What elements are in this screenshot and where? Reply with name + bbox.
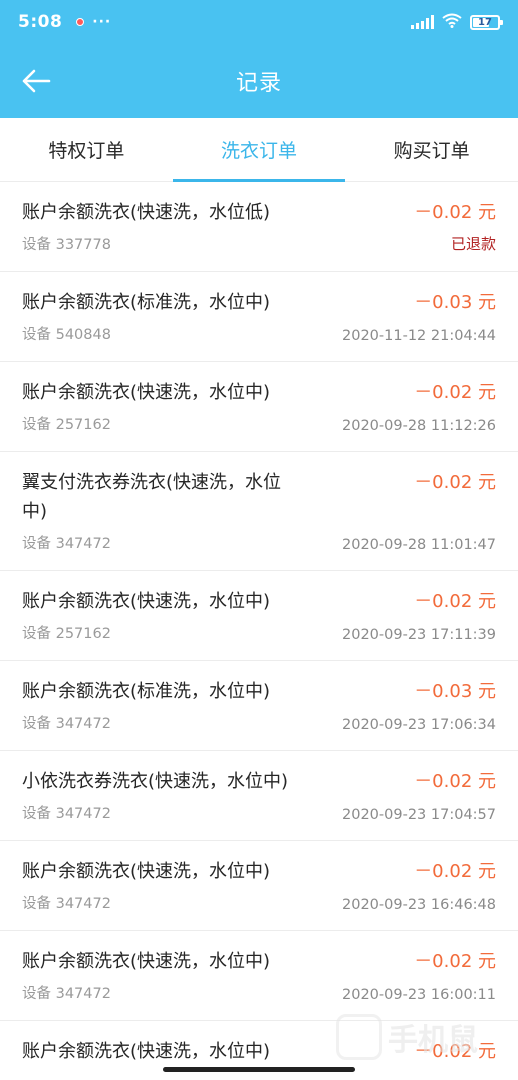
order-timestamp: 2020-09-23 16:00:11 bbox=[342, 987, 496, 1003]
tab-label: 洗衣订单 bbox=[221, 140, 298, 162]
order-device: 设备 347472 bbox=[22, 536, 111, 552]
order-title: 翼支付洗衣券洗衣(快速洗，水位中) bbox=[22, 472, 282, 522]
back-button[interactable] bbox=[18, 64, 54, 98]
order-amount: －0.02 元 bbox=[414, 472, 496, 493]
battery-level: 17 bbox=[478, 16, 492, 28]
watermark-text: 手机鼠 bbox=[388, 1023, 478, 1058]
order-list: 账户余额洗衣(快速洗，水位低) －0.02 元 设备 337778 已退款 账户… bbox=[0, 182, 518, 1080]
order-timestamp: 2020-09-23 17:11:39 bbox=[342, 627, 496, 643]
status-more: ··· bbox=[92, 14, 112, 30]
tab-laundry-orders[interactable]: 洗衣订单 bbox=[172, 118, 346, 182]
order-timestamp: 2020-11-12 21:04:44 bbox=[342, 328, 496, 344]
battery-icon: 17 bbox=[470, 14, 503, 30]
order-device: 设备 257162 bbox=[22, 417, 111, 433]
order-row[interactable]: 账户余额洗衣(快速洗，水位中) －0.02 元 设备 257162 2020-0… bbox=[0, 571, 518, 661]
wifi-icon bbox=[442, 13, 462, 32]
tab-privilege-orders[interactable]: 特权订单 bbox=[0, 118, 173, 181]
order-row[interactable]: 账户余额洗衣(标准洗，水位中) －0.03 元 设备 540848 2020-1… bbox=[0, 272, 518, 362]
notification-dot-icon bbox=[76, 18, 85, 26]
order-timestamp: 2020-09-23 17:04:57 bbox=[342, 807, 496, 823]
order-amount: －0.02 元 bbox=[414, 861, 496, 882]
status-time: 5:08 bbox=[18, 12, 63, 32]
order-title: 小依洗衣券洗衣(快速洗，水位中) bbox=[22, 771, 289, 792]
tab-label: 购买订单 bbox=[393, 140, 470, 162]
order-title: 账户余额洗衣(快速洗，水位中) bbox=[22, 861, 271, 882]
order-amount: －0.02 元 bbox=[414, 382, 496, 403]
watermark-logo: 手机鼠 bbox=[336, 1008, 504, 1066]
order-row[interactable]: 翼支付洗衣券洗衣(快速洗，水位中) －0.02 元 设备 347472 2020… bbox=[0, 452, 518, 571]
watermark-mark-icon bbox=[336, 1014, 382, 1060]
order-amount: －0.03 元 bbox=[414, 292, 496, 313]
home-indicator[interactable] bbox=[163, 1067, 355, 1072]
order-row[interactable]: 账户余额洗衣(快速洗，水位中) －0.02 元 设备 347472 2020-0… bbox=[0, 841, 518, 931]
order-row[interactable]: 账户余额洗衣(快速洗，水位低) －0.02 元 设备 337778 已退款 bbox=[0, 182, 518, 272]
order-amount: －0.03 元 bbox=[414, 681, 496, 702]
order-amount: －0.02 元 bbox=[414, 771, 496, 792]
order-device: 设备 540848 bbox=[22, 327, 111, 343]
tab-purchase-orders[interactable]: 购买订单 bbox=[345, 118, 518, 181]
order-amount: －0.02 元 bbox=[414, 202, 496, 223]
order-timestamp: 2020-09-23 16:46:48 bbox=[342, 897, 496, 913]
order-device: 设备 347472 bbox=[22, 716, 111, 732]
order-title: 账户余额洗衣(标准洗，水位中) bbox=[22, 292, 271, 313]
order-title: 账户余额洗衣(快速洗，水位低) bbox=[22, 202, 271, 223]
order-timestamp: 2020-09-23 17:06:34 bbox=[342, 717, 496, 733]
order-device: 设备 347472 bbox=[22, 986, 111, 1002]
signal-icon bbox=[411, 15, 434, 29]
order-timestamp: 2020-09-28 11:01:47 bbox=[342, 537, 496, 553]
order-title: 账户余额洗衣(快速洗，水位中) bbox=[22, 951, 271, 972]
order-row[interactable]: 账户余额洗衣(标准洗，水位中) －0.03 元 设备 347472 2020-0… bbox=[0, 661, 518, 751]
refund-status: 已退款 bbox=[450, 235, 496, 253]
app-header: 记录 bbox=[0, 44, 518, 118]
order-device: 设备 347472 bbox=[22, 896, 111, 912]
arrow-left-icon bbox=[22, 69, 51, 93]
order-row[interactable]: 账户余额洗衣(快速洗，水位中) －0.02 元 设备 257162 2020-0… bbox=[0, 362, 518, 452]
order-title: 账户余额洗衣(标准洗，水位中) bbox=[22, 681, 271, 702]
order-title: 账户余额洗衣(快速洗，水位中) bbox=[22, 591, 271, 612]
order-device: 设备 347472 bbox=[22, 806, 111, 822]
order-timestamp: 2020-09-28 11:12:26 bbox=[342, 418, 496, 434]
order-row[interactable]: 小依洗衣券洗衣(快速洗，水位中) －0.02 元 设备 347472 2020-… bbox=[0, 751, 518, 841]
order-device: 设备 257162 bbox=[22, 626, 111, 642]
status-indicators: 17 bbox=[411, 13, 503, 32]
page-title: 记录 bbox=[235, 71, 282, 96]
tab-label: 特权订单 bbox=[48, 140, 125, 162]
status-bar: 5:08 ··· 17 bbox=[0, 0, 518, 44]
tab-bar: 特权订单 洗衣订单 购买订单 bbox=[0, 118, 518, 182]
order-amount: －0.02 元 bbox=[414, 591, 496, 612]
order-device: 设备 337778 bbox=[22, 237, 111, 253]
order-amount: －0.02 元 bbox=[414, 951, 496, 972]
order-title: 账户余额洗衣(快速洗，水位中) bbox=[22, 382, 271, 403]
